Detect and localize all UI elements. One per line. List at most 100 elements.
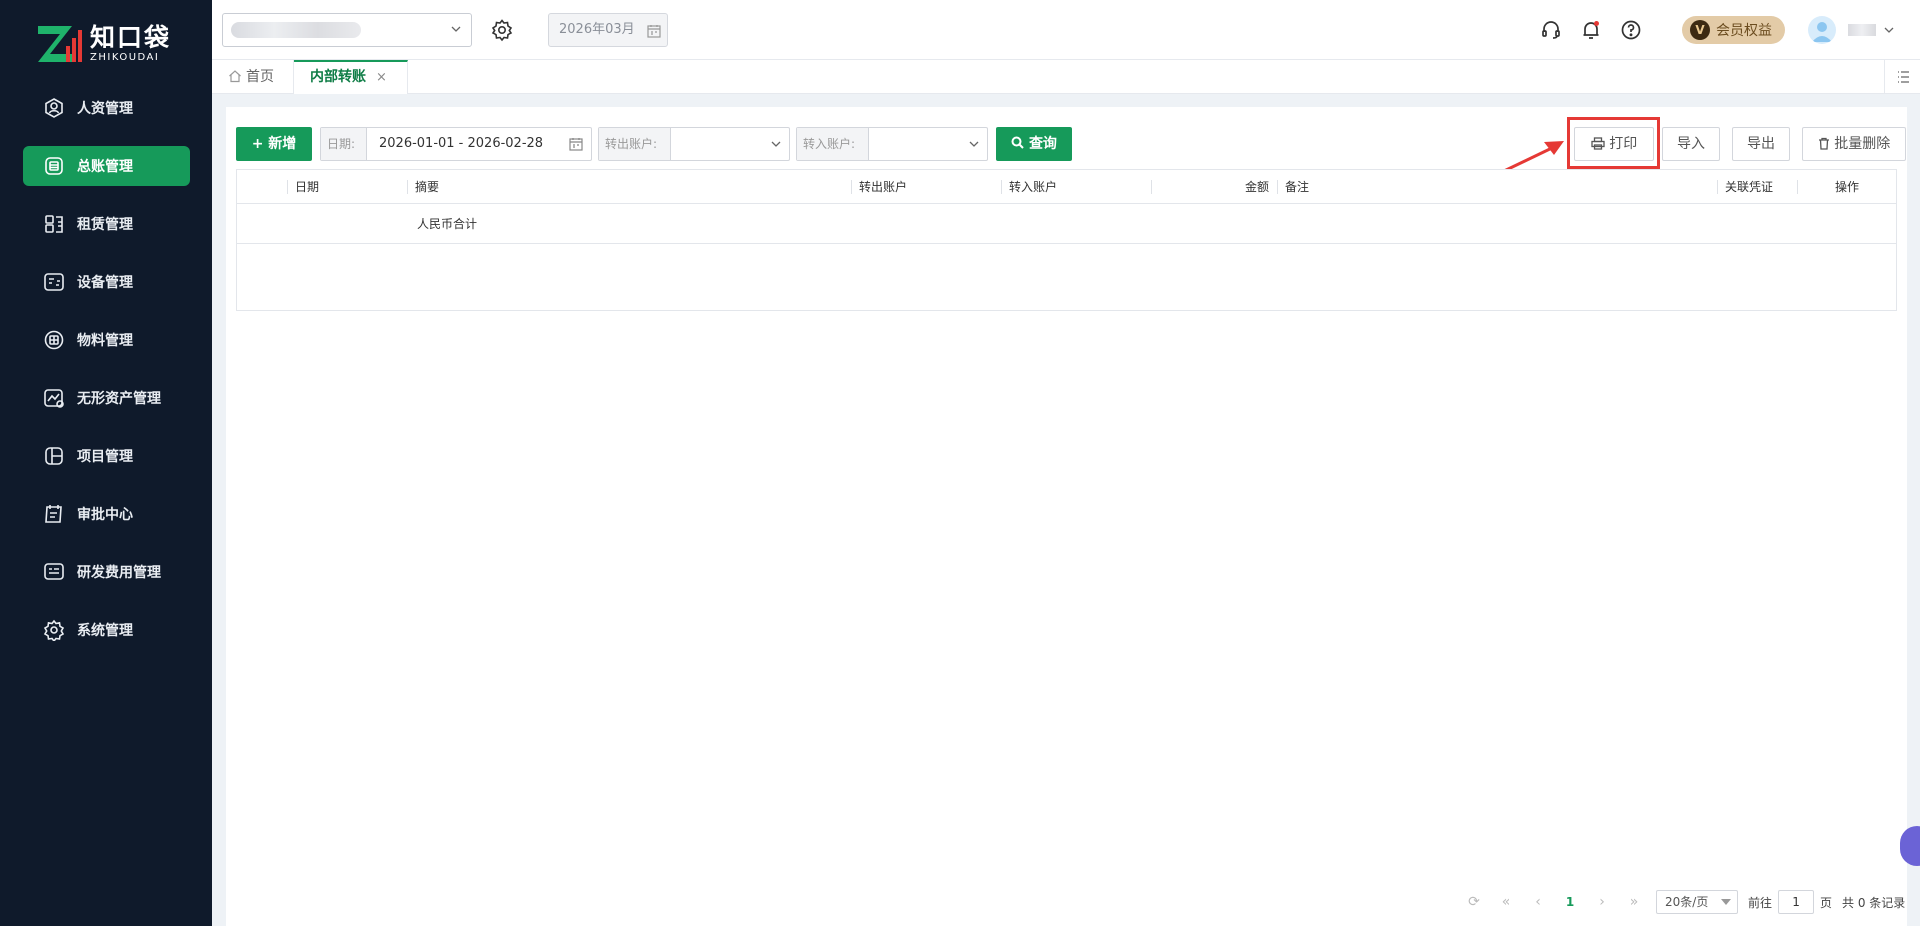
sidebar-item-label: 审批中心: [77, 507, 133, 523]
column-header-remark[interactable]: 备注: [1277, 170, 1697, 204]
search-icon: [1011, 136, 1024, 149]
export-button[interactable]: 导出: [1732, 127, 1790, 161]
chevron-down-icon: [771, 141, 781, 147]
column-header-date[interactable]: 日期: [287, 170, 397, 204]
approval-icon: [43, 503, 65, 525]
avatar[interactable]: [1808, 16, 1836, 44]
next-page-icon[interactable]: ›: [1586, 894, 1618, 910]
member-benefits-label: 会员权益: [1716, 23, 1772, 39]
tab-internal-transfer[interactable]: 内部转账 ×: [294, 60, 408, 94]
company-name-redacted: [231, 22, 361, 38]
pagination: ⟳ « ‹ 1 › » 20条/页 前往 1 页 共 0 条记录: [1458, 889, 1905, 915]
add-button-label: 新增: [268, 136, 297, 152]
sidebar-item-label: 物料管理: [77, 333, 133, 349]
sidebar-item-label: 租赁管理: [77, 217, 133, 233]
logo-mark-icon: [36, 24, 82, 64]
close-icon[interactable]: ×: [376, 70, 387, 85]
sidebar-item-label: 设备管理: [77, 275, 133, 291]
bell-icon[interactable]: [1580, 19, 1602, 41]
sidebar-item-label: 人资管理: [77, 101, 133, 117]
help-icon[interactable]: [1620, 19, 1642, 41]
headset-icon[interactable]: [1540, 19, 1562, 41]
sidebar-item-system[interactable]: 系统管理: [23, 610, 190, 650]
date-range-filter[interactable]: 日期: 2026-01-01 - 2026-02-28: [320, 127, 592, 161]
print-button[interactable]: 打印: [1574, 127, 1654, 161]
chevron-down-icon[interactable]: [1884, 25, 1894, 35]
lease-icon: [43, 213, 65, 235]
prev-page-icon[interactable]: ‹: [1522, 894, 1554, 910]
calendar-icon: [569, 138, 583, 151]
date-filter-label: 日期:: [321, 128, 367, 160]
from-account-filter[interactable]: 转出账户:: [598, 127, 790, 161]
sidebar-item-ledger[interactable]: 总账管理: [23, 146, 190, 186]
sidebar-item-intangible-assets[interactable]: 无形资产管理: [23, 378, 190, 418]
sidebar-item-approval[interactable]: 审批中心: [23, 494, 190, 534]
query-button[interactable]: 查询: [996, 127, 1072, 161]
column-header-amount[interactable]: 金额: [1151, 170, 1277, 204]
tab-bar: 首页 内部转账 ×: [212, 60, 1920, 94]
page-size-value: 20条/页: [1665, 895, 1709, 909]
column-header-linked-voucher[interactable]: 关联凭证: [1717, 170, 1787, 204]
from-account-label: 转出账户:: [599, 128, 671, 160]
goto-page-input[interactable]: 1: [1778, 890, 1815, 914]
period-picker[interactable]: 2026年03月: [548, 13, 668, 47]
home-icon: [229, 70, 241, 83]
trash-icon: [1818, 137, 1829, 150]
sidebar-item-project[interactable]: 项目管理: [23, 436, 190, 476]
sidebar-item-label: 项目管理: [77, 449, 133, 465]
top-header: 2026年03月 V 会员权益: [212, 0, 1920, 60]
sidebar-item-device[interactable]: 设备管理: [23, 262, 190, 302]
intangible-asset-icon: [43, 387, 65, 409]
to-account-label: 转入账户:: [797, 128, 869, 160]
column-header-actions[interactable]: 操作: [1797, 170, 1897, 204]
import-button[interactable]: 导入: [1662, 127, 1720, 161]
brand-name-en: ZHIKOUDAI: [90, 52, 160, 63]
query-button-label: 查询: [1028, 136, 1057, 152]
printer-icon: [1591, 137, 1605, 150]
caret-down-icon: [1721, 899, 1731, 905]
current-page[interactable]: 1: [1554, 895, 1586, 909]
sidebar: 知口袋 ZHIKOUDAI 人资管理 总账管理 租赁管理 设备管理 物料管理 无…: [0, 0, 212, 926]
batch-delete-button[interactable]: 批量删除: [1802, 127, 1906, 161]
tab-current-label: 内部转账: [310, 69, 366, 85]
column-header-from-account[interactable]: 转出账户: [851, 170, 991, 204]
brand-logo[interactable]: 知口袋 ZHIKOUDAI: [0, 0, 212, 88]
content-panel: + 新增 日期: 2026-01-01 - 2026-02-28 转出账户: 转…: [226, 107, 1907, 926]
sidebar-item-hr[interactable]: 人资管理: [23, 88, 190, 128]
last-page-icon[interactable]: »: [1618, 894, 1650, 910]
tab-home-label: 首页: [246, 69, 274, 85]
sidebar-item-rd-expense[interactable]: 研发费用管理: [23, 552, 190, 592]
goto-label: 前往: [1748, 895, 1773, 910]
total-row-label: 人民币合计: [417, 217, 478, 231]
member-benefits-button[interactable]: V 会员权益: [1682, 16, 1785, 44]
transfer-table: 日期 摘要 转出账户 转入账户 金额 备注 关联凭证 操作 人民币合计: [236, 169, 1897, 311]
calendar-icon: [647, 25, 661, 38]
table-header: 日期 摘要 转出账户 转入账户 金额 备注 关联凭证 操作: [237, 170, 1896, 204]
company-select[interactable]: [222, 13, 472, 47]
column-header-to-account[interactable]: 转入账户: [1001, 170, 1141, 204]
username-redacted[interactable]: [1848, 24, 1876, 36]
refresh-icon[interactable]: ⟳: [1458, 894, 1490, 910]
sidebar-item-material[interactable]: 物料管理: [23, 320, 190, 360]
gear-icon[interactable]: [490, 18, 514, 42]
brand-name: 知口袋: [90, 23, 172, 52]
rd-expense-icon: [43, 561, 65, 583]
import-button-label: 导入: [1677, 136, 1705, 152]
list-icon: [1898, 71, 1909, 83]
material-icon: [43, 329, 65, 351]
tab-menu-button[interactable]: [1884, 60, 1920, 94]
add-button[interactable]: + 新增: [236, 127, 312, 161]
page-size-select[interactable]: 20条/页: [1656, 890, 1738, 914]
to-account-filter[interactable]: 转入账户:: [796, 127, 988, 161]
batch-delete-button-label: 批量删除: [1834, 136, 1891, 152]
vip-badge-icon: V: [1690, 20, 1710, 40]
sidebar-item-label: 系统管理: [77, 623, 133, 639]
tab-home[interactable]: 首页: [212, 60, 294, 94]
sidebar-item-label: 研发费用管理: [77, 565, 161, 581]
sidebar-item-lease[interactable]: 租赁管理: [23, 204, 190, 244]
first-page-icon[interactable]: «: [1490, 894, 1522, 910]
person-icon: [43, 97, 65, 119]
sidebar-item-label: 无形资产管理: [77, 391, 161, 407]
ledger-icon: [43, 155, 65, 177]
column-header-summary[interactable]: 摘要: [407, 170, 847, 204]
